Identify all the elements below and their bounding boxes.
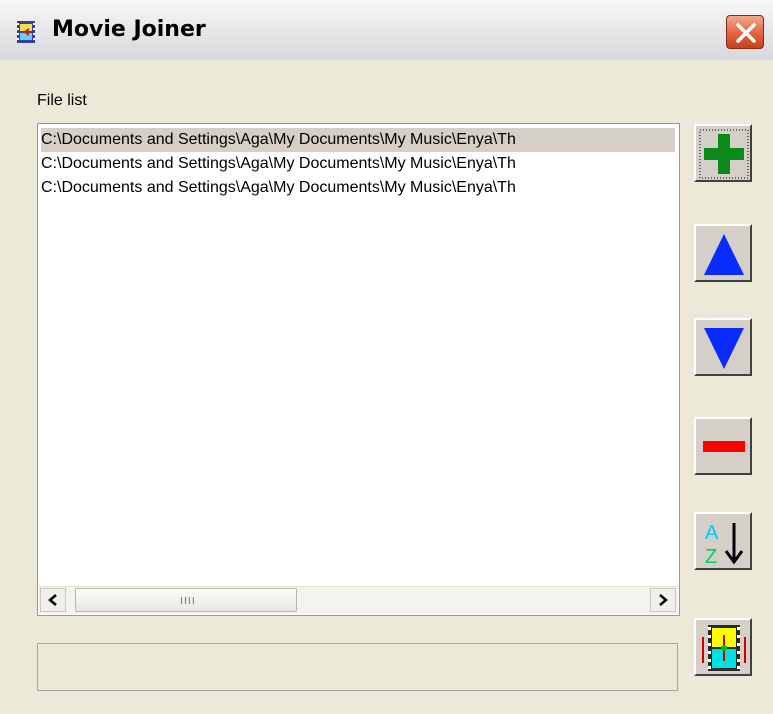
list-item[interactable]: C:\Documents and Settings\Aga\My Documen…	[41, 152, 675, 176]
arrow-down-icon	[704, 328, 744, 369]
remove-file-button[interactable]	[694, 417, 752, 475]
file-list-label: File list	[37, 92, 87, 109]
minus-icon	[703, 441, 745, 452]
film-strip-icon	[14, 20, 38, 44]
list-item[interactable]: C:\Documents and Settings\Aga\My Documen…	[41, 128, 675, 152]
plus-icon	[699, 129, 749, 179]
scroll-left-button[interactable]	[40, 588, 66, 612]
scroll-thumb-grip: IIII	[180, 596, 196, 607]
status-bar	[37, 643, 678, 691]
move-up-button[interactable]	[694, 224, 752, 282]
sort-az-icon: A Z	[705, 522, 744, 567]
sort-button[interactable]: A Z	[694, 512, 752, 570]
join-movies-icon	[702, 625, 746, 671]
arrow-up-icon	[704, 234, 744, 275]
close-icon	[736, 23, 756, 43]
move-down-button[interactable]	[694, 318, 752, 376]
horizontal-scrollbar[interactable]: IIII	[39, 586, 678, 614]
list-item[interactable]: C:\Documents and Settings\Aga\My Documen…	[41, 176, 675, 200]
close-button[interactable]	[726, 15, 764, 49]
file-listbox[interactable]: C:\Documents and Settings\Aga\My Documen…	[37, 123, 680, 616]
svg-text:A: A	[705, 522, 719, 544]
scroll-thumb[interactable]: IIII	[75, 588, 297, 612]
title-bar[interactable]: Movie Joiner	[0, 0, 773, 61]
add-file-button[interactable]	[694, 124, 752, 182]
chevron-left-icon	[48, 594, 57, 606]
join-button[interactable]	[694, 618, 752, 676]
scroll-right-button[interactable]	[650, 588, 676, 612]
svg-text:Z: Z	[705, 546, 717, 567]
chevron-right-icon	[659, 594, 668, 606]
movie-joiner-window: Movie Joiner File list C:\Documents and …	[0, 0, 773, 714]
window-title: Movie Joiner	[52, 17, 206, 42]
